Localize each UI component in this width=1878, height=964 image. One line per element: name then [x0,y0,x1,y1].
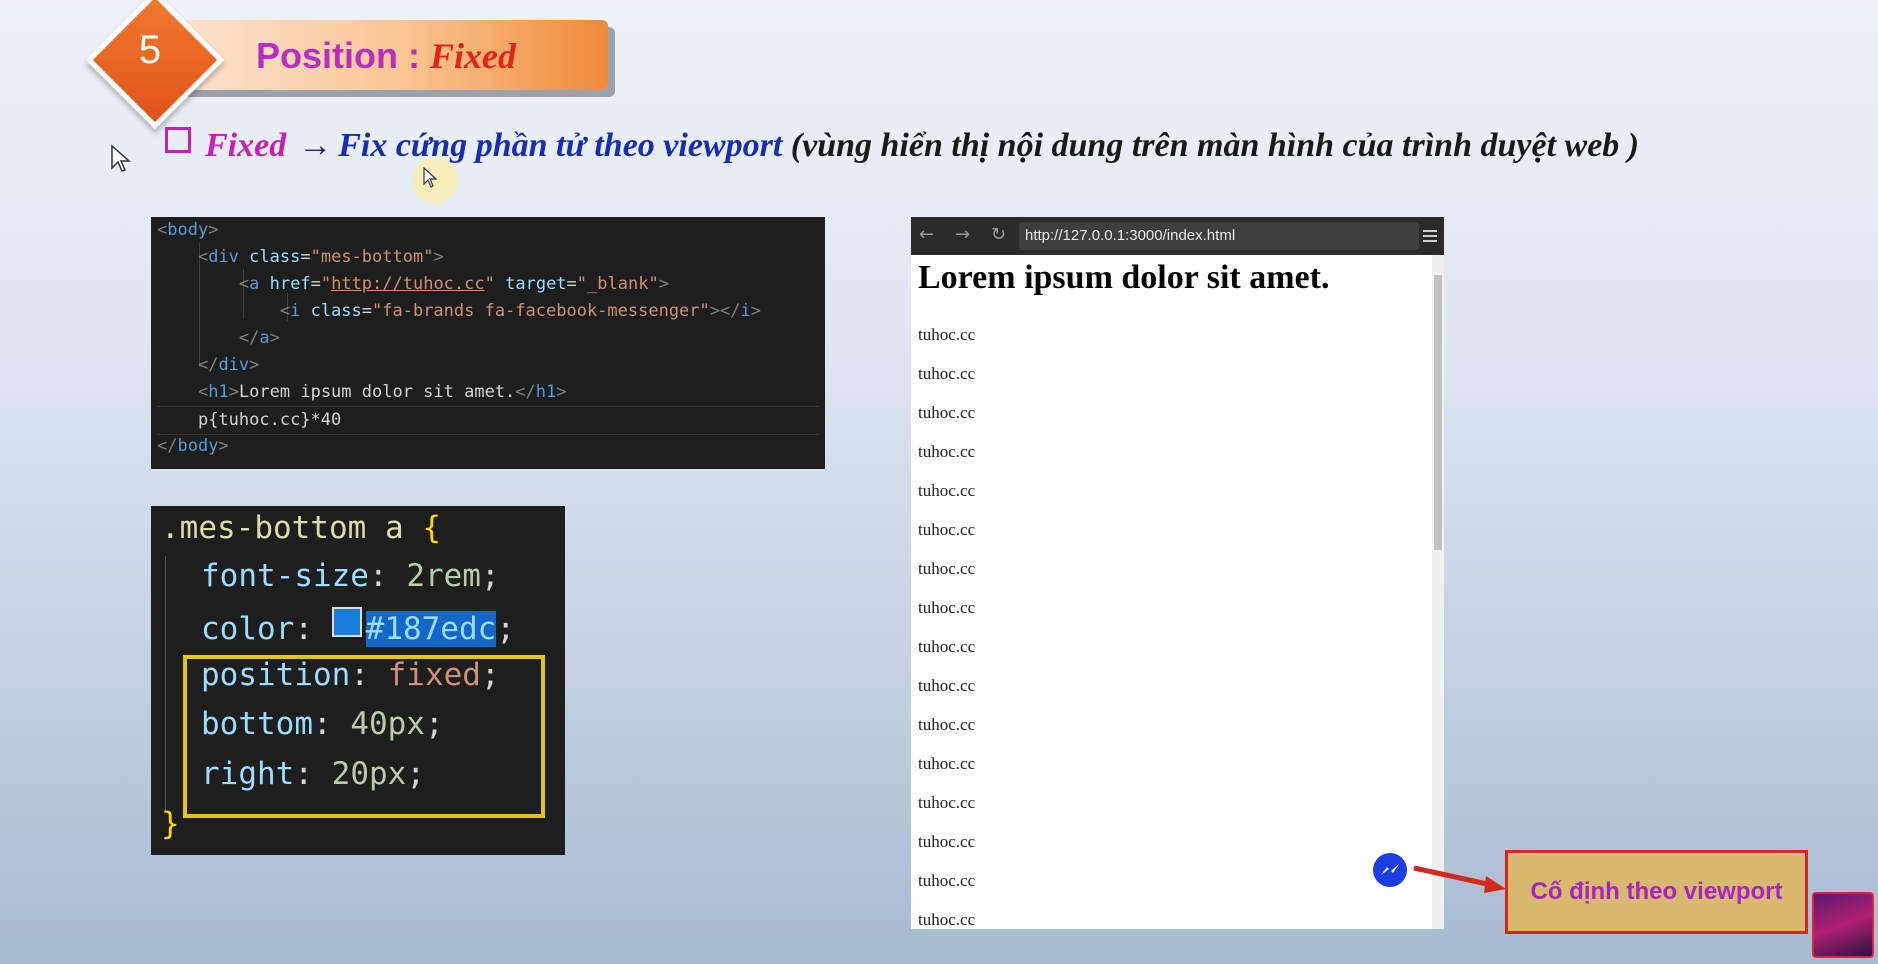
paragraph: tuhoc.cc [918,442,976,461]
code-line-3: <a href="http://tuhoc.cc" target="_blank… [238,274,669,294]
channel-avatar[interactable] [1812,892,1874,958]
paragraph: tuhoc.cc [918,793,976,812]
paragraph: tuhoc.cc [918,715,976,734]
code-line-6: </div> [197,355,260,375]
css-prop-bottom: bottom: 40px; [201,706,444,742]
paragraph: tuhoc.cc [918,325,976,344]
paragraph: tuhoc.cc [918,832,976,851]
css-prop-color: color: #187edc; [201,607,515,647]
title-emphasis: Fixed [430,36,516,76]
paragraph: tuhoc.cc [918,910,976,929]
css-prop-right: right: 20px; [201,756,425,792]
page-heading: Lorem ipsum dolor sit amet. [918,259,1330,296]
slide-title: Position : Fixed [256,35,516,77]
scrollbar[interactable] [1432,255,1444,929]
url-bar[interactable]: http://127.0.0.1:3000/index.html [1019,222,1419,250]
slide-title-banner: Position : Fixed [158,20,608,90]
color-swatch[interactable] [331,607,362,637]
title-prefix: Position : [256,35,430,76]
mouse-pointer-icon [423,167,438,188]
paragraph: tuhoc.cc [918,676,976,695]
callout-arrow [1413,865,1506,893]
code-line-7: <h1>Lorem ipsum dolor sit amet.</h1> [197,382,567,402]
code-line-5: </a> [238,328,280,348]
definition-text: Fix cứng phần tử theo viewport [338,127,783,164]
browser-toolbar: ← → ↻ http://127.0.0.1:3000/index.html [911,217,1444,255]
html-code-editor[interactable]: <body> <div class="mes-bottom"> <a href=… [151,217,825,469]
paragraph: tuhoc.cc [918,637,976,656]
callout-box: Cố định theo viewport [1505,850,1808,934]
code-line-2: <div class="mes-bottom"> [197,247,444,267]
code-line-8-current: p{tuhoc.cc}*40 [157,406,819,435]
bullet-checkbox-icon [165,127,191,153]
paragraph: tuhoc.cc [918,481,976,500]
mouse-pointer-icon [111,144,131,172]
scrollbar-thumb[interactable] [1434,275,1442,550]
back-icon[interactable]: ← [919,224,934,245]
css-prop-font-size: font-size: 2rem; [201,558,500,594]
paragraph: tuhoc.cc [918,403,976,422]
menu-icon[interactable] [1423,229,1437,243]
paragraph: tuhoc.cc [918,598,976,617]
slide-number: 5 [138,28,162,72]
messenger-icon[interactable] [1373,853,1407,887]
css-code-editor[interactable]: .mes-bottom a { font-size: 2rem; color: … [151,506,565,855]
css-selector-line: .mes-bottom a { [161,510,441,546]
paragraph: tuhoc.cc [918,520,976,539]
term-fixed: Fixed [205,127,287,164]
reload-icon[interactable]: ↻ [991,224,1006,245]
css-close-brace: } [161,806,180,842]
arrow-icon: → [298,127,333,164]
code-line-4: <i class="fa-brands fa-facebook-messenge… [279,301,761,321]
definition-note: (vùng hiển thị nội dung trên màn hình củ… [790,127,1640,164]
code-line-1: <body> [157,220,219,240]
code-line-9: </body> [157,436,229,456]
paragraph: tuhoc.cc [918,364,976,383]
cursor-highlight [412,158,458,204]
browser-window: ← → ↻ http://127.0.0.1:3000/index.html L… [911,217,1444,929]
paragraph: tuhoc.cc [918,559,976,578]
paragraph: tuhoc.cc [918,754,976,773]
definition-line: Fixed → Fix cứng phần tử theo viewport (vù… [165,127,1639,165]
paragraph: tuhoc.cc [918,871,976,890]
forward-icon[interactable]: → [955,224,970,245]
css-prop-position: position: fixed; [201,657,500,693]
